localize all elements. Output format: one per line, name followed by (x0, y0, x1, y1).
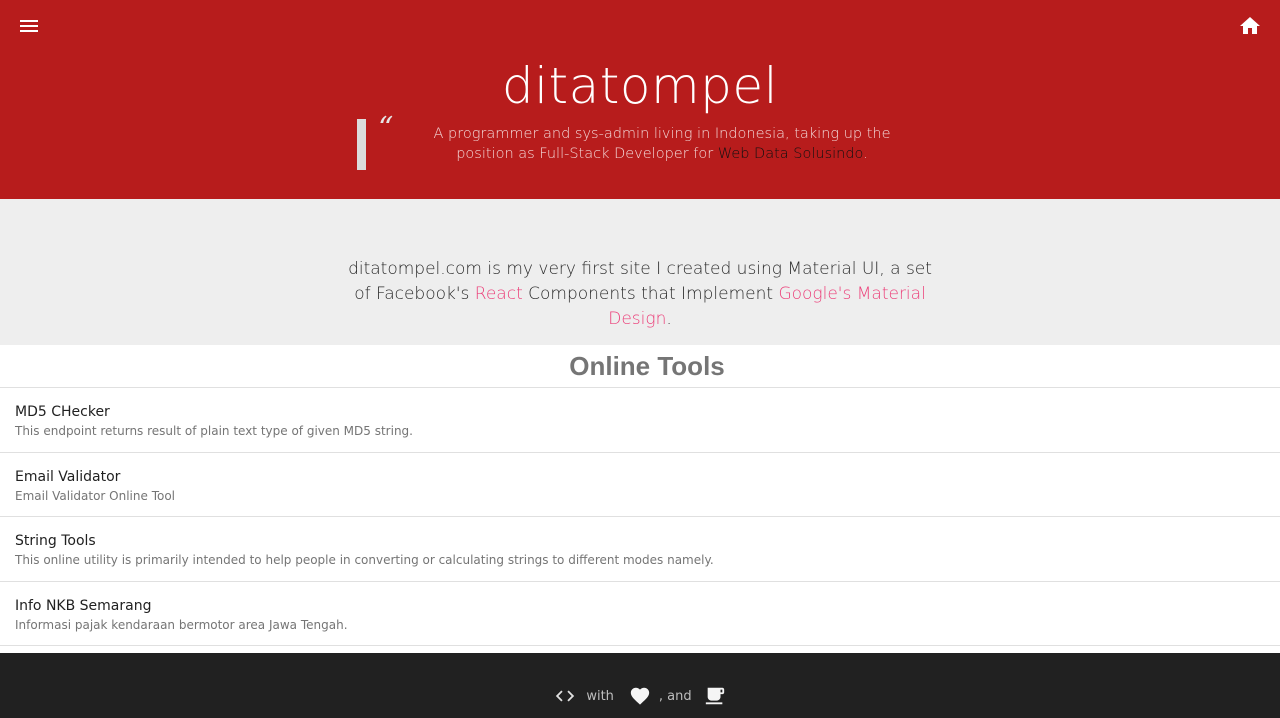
tool-name: String Tools (15, 533, 96, 549)
home-icon (1240, 17, 1260, 34)
intro-text: ditatompel.com is my very first site I c… (340, 257, 940, 332)
tool-name: MD5 CHecker (15, 404, 110, 420)
tool-description: Informasi pajak kendaraan bermotor area … (15, 617, 348, 632)
site-footer: with , and (0, 653, 1280, 718)
footer-and-text: , and (658, 688, 692, 704)
menu-button[interactable] (17, 14, 41, 38)
quote-mark-icon: “ (378, 111, 394, 146)
heart-icon (630, 687, 650, 705)
footer-with-text: with (586, 688, 614, 704)
tool-description: Email Validator Online Tool (15, 488, 176, 503)
intro-part2: Components that Implement (522, 284, 779, 304)
home-button[interactable] (1238, 14, 1262, 38)
menu-icon (20, 20, 38, 32)
tool-list: MD5 CHecker This endpoint returns result… (0, 388, 1280, 646)
footer-credit: with , and (0, 684, 1280, 708)
intro-part3: . (666, 309, 672, 329)
code-icon (556, 690, 575, 702)
react-link[interactable]: React (475, 284, 523, 304)
site-header: ditatompel “ A programmer and sys-admin … (0, 0, 1280, 199)
quote-bar (357, 119, 366, 170)
tool-item-md5-checker[interactable]: MD5 CHecker This endpoint returns result… (0, 388, 1280, 453)
tools-heading: Online Tools (0, 345, 1280, 388)
coffee-icon (705, 687, 724, 705)
intro-section: ditatompel.com is my very first site I c… (0, 199, 1280, 345)
tool-item-info-nkb-semarang[interactable]: Info NKB Semarang Informasi pajak kendar… (0, 582, 1280, 646)
tool-description: This endpoint returns result of plain te… (15, 424, 413, 438)
tool-item-string-tools[interactable]: String Tools This online utility is prim… (0, 517, 1280, 582)
tool-name: Email Validator (15, 468, 121, 485)
tool-name: Info NKB Semarang (15, 597, 152, 614)
company-link[interactable]: Web Data Solusindo (718, 146, 863, 162)
tool-item-email-validator[interactable]: Email Validator Email Validator Online T… (0, 453, 1280, 517)
tagline-end: . (863, 146, 868, 162)
tagline: A programmer and sys-admin living in Ind… (408, 124, 916, 164)
tool-description: This online utility is primarily intende… (15, 553, 714, 567)
site-title: ditatompel (501, 57, 779, 115)
